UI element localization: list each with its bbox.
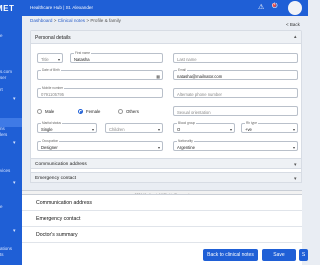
communication-address-row[interactable]: Communication address xyxy=(22,195,302,211)
chevron-down-icon[interactable]: ▾ xyxy=(13,140,16,146)
nationality-select[interactable]: Nationality Argentine ▾ xyxy=(173,139,298,151)
chevron-down-icon: ▾ xyxy=(292,144,295,150)
back-link[interactable]: < Back xyxy=(286,22,300,27)
gender-male-label: Male xyxy=(45,109,55,114)
chevron-down-icon[interactable]: ▾ xyxy=(294,176,297,182)
marital-status-select[interactable]: Marital status Single ▾ xyxy=(37,121,97,133)
brand-logo: MET xyxy=(0,4,15,13)
sidebar-item[interactable]: lers xyxy=(0,132,7,137)
doctors-summary-row[interactable]: Doctor's summary xyxy=(22,227,302,243)
back-to-clinical-notes-button[interactable]: Back to clinical notes xyxy=(203,249,258,261)
emergency-contact-row[interactable]: Emergency contact xyxy=(22,211,302,227)
top-bar: Healthcare Hub | St. Alexander ⚠ ⏻ xyxy=(22,0,308,16)
emergency-contact-accordion[interactable]: Emergency contact ▾ xyxy=(30,172,302,183)
sidebar-item[interactable]: ts xyxy=(0,252,4,257)
chevron-down-icon[interactable]: ▾ xyxy=(13,228,16,234)
sidebar-item[interactable]: e xyxy=(0,33,3,38)
sidebar-item[interactable]: ser xyxy=(0,75,6,80)
sidebar-item[interactable]: ations xyxy=(0,246,12,251)
save-button[interactable]: Save xyxy=(262,249,296,261)
submit-button[interactable]: S xyxy=(299,249,308,261)
breadcrumb-current: Profile & family xyxy=(90,18,121,23)
chevron-up-icon[interactable]: ▴ xyxy=(294,34,297,40)
last-name-field[interactable]: Last name xyxy=(173,53,298,63)
sidebar: MET e s.com ser rt ▾ ns lers ▾ vices ▾ e… xyxy=(0,0,22,265)
dob-field[interactable]: Date of Birth DD/MM/YYYY ▦ xyxy=(37,68,163,80)
breadcrumb-clinical-notes[interactable]: Clinical notes xyxy=(58,18,85,23)
gender-female-radio[interactable] xyxy=(78,109,83,114)
app-root: MET e s.com ser rt ▾ ns lers ▾ vices ▾ e… xyxy=(0,0,308,265)
chevron-down-icon[interactable]: ▾ xyxy=(13,96,16,102)
chevron-down-icon: ▾ xyxy=(292,126,295,132)
gender-male-radio[interactable] xyxy=(37,109,42,114)
calendar-icon[interactable]: ▦ xyxy=(156,74,160,79)
avatar[interactable] xyxy=(288,1,302,15)
breadcrumb-dashboard[interactable]: Dashboard xyxy=(30,18,52,23)
chevron-down-icon[interactable]: ▾ xyxy=(13,180,16,186)
breadcrumb: Dashboard > Clinical notes > Profile & f… xyxy=(30,18,121,23)
gender-other-radio[interactable] xyxy=(118,109,123,114)
sidebar-item[interactable]: rt xyxy=(0,87,3,92)
gender-other-label: Others xyxy=(126,109,139,114)
chevron-down-icon: ▾ xyxy=(229,126,232,132)
chevron-down-icon: ▾ xyxy=(57,56,60,62)
rh-type-select[interactable]: Rh type +ve ▾ xyxy=(241,121,298,133)
app-title: Healthcare Hub | St. Alexander xyxy=(30,5,93,10)
chevron-down-icon: ▾ xyxy=(157,144,160,150)
panel-title: Personal details xyxy=(35,35,71,41)
power-icon[interactable]: ⏻ xyxy=(272,3,278,11)
gender-female-label: Female xyxy=(86,109,101,114)
blood-group-select[interactable]: Blood group O ▾ xyxy=(173,121,235,133)
sidebar-item[interactable]: vices xyxy=(0,168,10,173)
panel-header[interactable]: Personal details ▴ xyxy=(31,31,301,44)
chevron-down-icon: ▾ xyxy=(157,126,160,132)
title-select[interactable]: Title ▾ xyxy=(37,53,63,63)
summary-panel: Communication address Emergency contact … xyxy=(22,194,302,265)
occupation-field[interactable]: Occupation Designer ▾ xyxy=(37,139,163,151)
sidebar-item[interactable]: s.com xyxy=(0,69,12,74)
chevron-down-icon[interactable]: ▾ xyxy=(294,162,297,168)
communication-address-accordion[interactable]: Communication address ▾ xyxy=(30,158,302,169)
first-name-field[interactable]: First name Natasha xyxy=(70,51,163,63)
sidebar-item[interactable]: e xyxy=(0,204,3,209)
email-field[interactable]: Email natasha@mailnator.com xyxy=(173,68,298,80)
mobile-field[interactable]: Mobile number 0791105795 xyxy=(37,86,163,98)
children-select[interactable]: Children ▾ xyxy=(105,123,163,133)
chevron-down-icon: ▾ xyxy=(91,126,94,132)
sexual-orientation-field[interactable]: Sexual orientation xyxy=(173,106,298,116)
bell-icon[interactable]: ⚠ xyxy=(258,3,264,11)
alternate-phone-field[interactable]: Alternate phone number xyxy=(173,88,298,98)
sidebar-item[interactable]: ns xyxy=(0,126,5,131)
